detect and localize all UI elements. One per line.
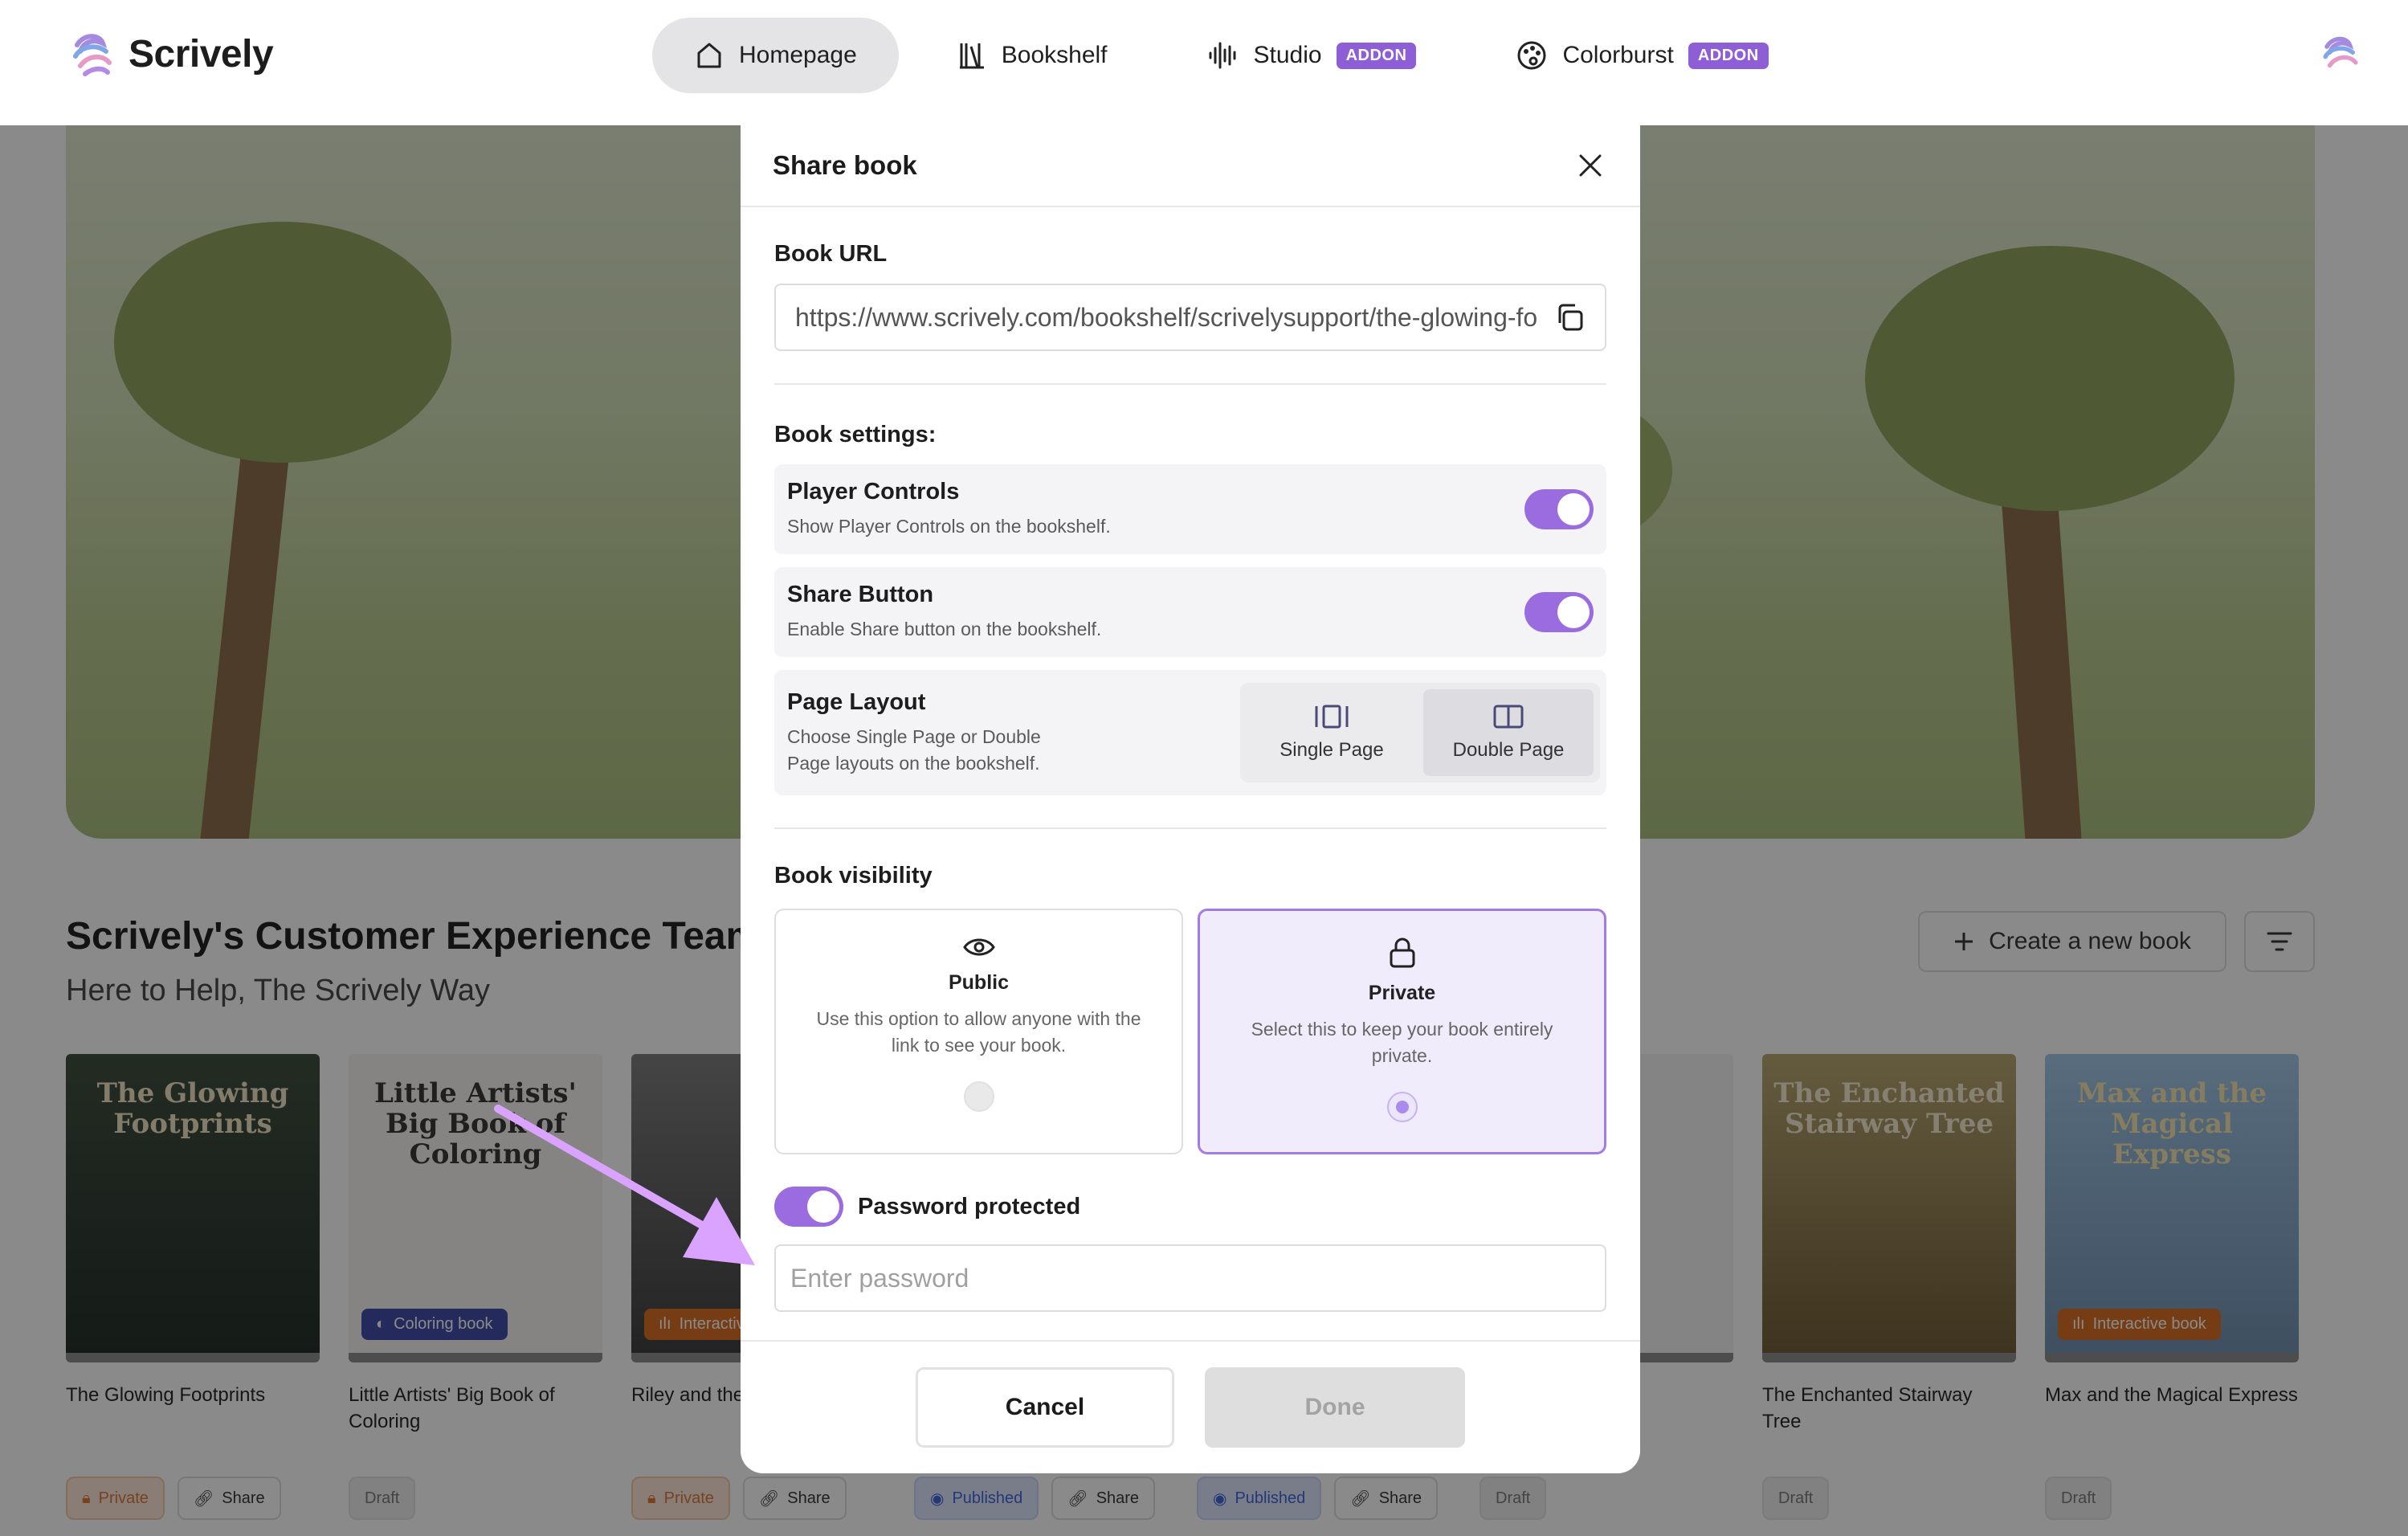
- dialog-title: Share book: [773, 150, 917, 180]
- share-button-title: Share Button: [787, 582, 934, 607]
- player-controls-title: Player Controls: [787, 479, 960, 505]
- dialog-body: Book URL https://www.scrively.com/booksh…: [741, 241, 1640, 1312]
- waveform-icon: [1209, 42, 1236, 69]
- home-icon: [697, 43, 721, 68]
- close-icon: [1579, 154, 1602, 177]
- cancel-button[interactable]: Cancel: [916, 1367, 1174, 1448]
- page-layout-title: Page Layout: [787, 688, 926, 715]
- page-layout-desc-line: Choose Single Page or Double: [787, 725, 1041, 747]
- nav-studio-label: Studio: [1253, 42, 1322, 68]
- nav-colorburst-label: Colorburst: [1562, 42, 1674, 68]
- copy-icon[interactable]: [1553, 301, 1586, 333]
- nav-bookshelf-label: Bookshelf: [1001, 42, 1108, 68]
- eye-icon: [962, 938, 995, 956]
- scrively-logo-icon: [73, 34, 112, 76]
- share-button-setting: Share Button Enable Share button on the …: [774, 567, 1606, 657]
- double-page-icon: [1493, 705, 1524, 729]
- single-page-label: Single Page: [1280, 739, 1384, 761]
- password-protected-row: Password protected: [774, 1187, 1606, 1227]
- public-desc: Use this option to allow anyone with the…: [816, 1008, 1141, 1056]
- private-title: Private: [1368, 982, 1436, 1004]
- app-name: Scrively: [129, 32, 274, 76]
- player-controls-desc: Show Player Controls on the bookshelf.: [787, 516, 1111, 537]
- page-layout-setting: Page Layout Choose Single Page or Double…: [774, 670, 1606, 795]
- account-menu[interactable]: [2320, 34, 2361, 80]
- player-controls-setting: Player Controls Show Player Controls on …: [774, 464, 1606, 554]
- scrively-logo[interactable]: Scrively: [69, 31, 274, 77]
- divider: [774, 383, 1606, 385]
- share-button-toggle[interactable]: [1524, 592, 1594, 632]
- page-layout-desc-line: Page layouts on the bookshelf.: [787, 752, 1040, 774]
- password-protected-toggle[interactable]: [774, 1187, 843, 1227]
- book-url-value: https://www.scrively.com/bookshelf/scriv…: [795, 302, 1538, 332]
- dialog-footer: Cancel Done: [741, 1340, 1640, 1473]
- nav-homepage[interactable]: Homepage: [652, 18, 899, 93]
- share-button-desc: Enable Share button on the bookshelf.: [787, 619, 1102, 639]
- player-controls-toggle[interactable]: [1524, 489, 1594, 529]
- addon-badge: ADDON: [1336, 42, 1417, 69]
- nav-studio[interactable]: Studio ADDON: [1165, 18, 1459, 93]
- single-page-icon: [1315, 705, 1349, 729]
- nav-bookshelf[interactable]: Bookshelf: [915, 18, 1149, 93]
- visibility-options: Public Use this option to allow anyone w…: [774, 909, 1606, 1154]
- addon-badge: ADDON: [1688, 42, 1769, 69]
- main-nav: Homepage Bookshelf Studio ADDON Colorbur…: [652, 18, 1810, 93]
- book-url-field[interactable]: https://www.scrively.com/bookshelf/scriv…: [774, 284, 1606, 351]
- top-navigation: Scrively Homepage Bookshelf Studio ADDON…: [0, 0, 2408, 125]
- private-desc: Select this to keep your book entirely p…: [1251, 1019, 1553, 1066]
- public-title: Public: [948, 971, 1009, 994]
- public-radio[interactable]: [963, 1081, 994, 1112]
- bookshelf-icon: [959, 43, 984, 69]
- scrively-logo-icon: [2323, 36, 2358, 68]
- palette-icon: [1517, 41, 1546, 70]
- public-option[interactable]: Public Use this option to allow anyone w…: [774, 909, 1183, 1154]
- dialog-header: Share book: [741, 125, 1640, 207]
- share-book-dialog: Share book Book URL https://www.scrively…: [741, 125, 1640, 1473]
- close-button[interactable]: [1573, 148, 1608, 183]
- private-radio[interactable]: [1386, 1092, 1418, 1122]
- nav-colorburst[interactable]: Colorburst ADDON: [1474, 18, 1810, 93]
- page-layout-desc: Choose Single Page or Double Page layout…: [787, 724, 1041, 777]
- done-button[interactable]: Done: [1205, 1367, 1465, 1448]
- password-protected-label: Password protected: [858, 1193, 1081, 1219]
- single-page-option[interactable]: Single Page: [1247, 689, 1417, 776]
- password-input[interactable]: Enter password: [774, 1244, 1606, 1312]
- divider: [774, 827, 1606, 829]
- password-placeholder: Enter password: [790, 1263, 969, 1293]
- book-url-label: Book URL: [774, 241, 888, 267]
- private-option[interactable]: Private Select this to keep your book en…: [1198, 909, 1606, 1154]
- page-layout-selector: Single Page Double Page: [1240, 683, 1600, 782]
- double-page-label: Double Page: [1452, 739, 1565, 761]
- book-visibility-label: Book visibility: [774, 863, 933, 889]
- lock-icon: [1390, 938, 1414, 968]
- double-page-option[interactable]: Double Page: [1423, 689, 1594, 776]
- nav-homepage-label: Homepage: [739, 42, 857, 68]
- book-settings-label: Book settings:: [774, 422, 937, 447]
- annotation-arrow-icon: [494, 1105, 755, 1265]
